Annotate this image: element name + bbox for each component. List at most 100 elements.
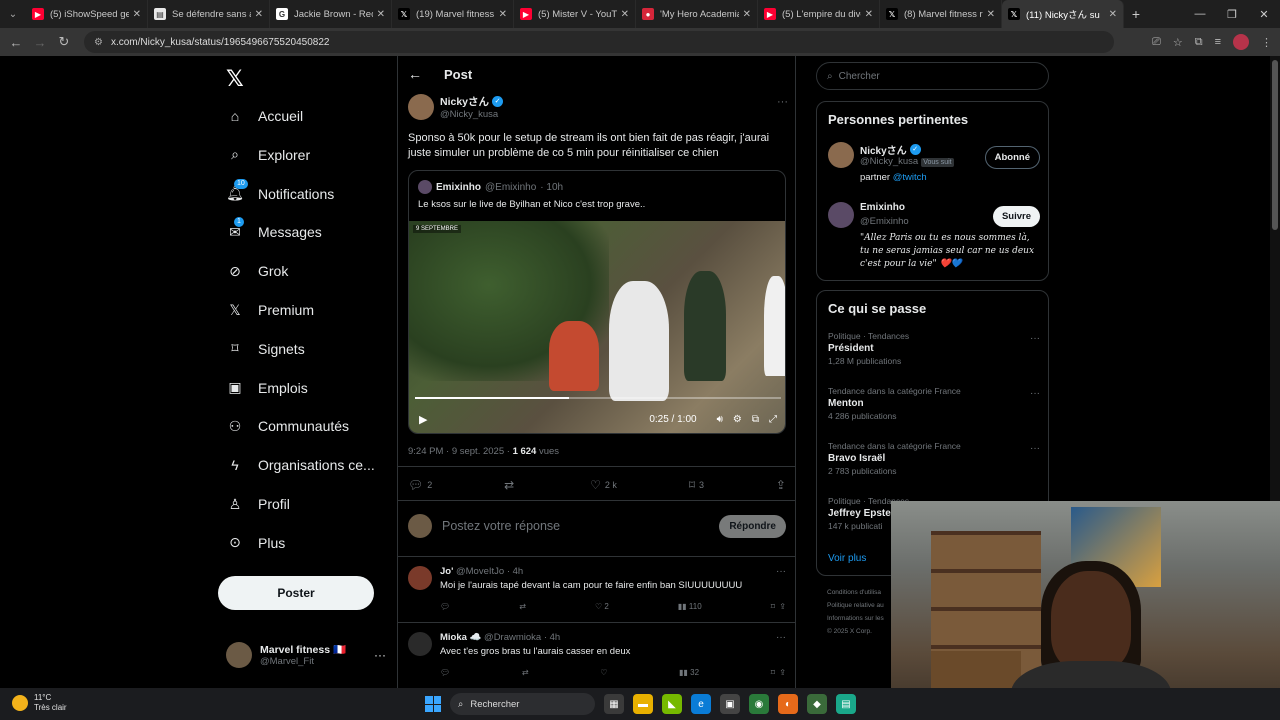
x-logo-icon[interactable]: 𝕏 [226,66,244,92]
like-action[interactable]: ♡ 2 [595,602,609,611]
tab-close-icon[interactable]: ✕ [621,9,629,20]
tab-close-icon[interactable]: ✕ [255,9,263,20]
reply-tweet[interactable]: Mioka ☁️ @Drawmioka · 4h Avec t'es gros … [408,632,786,688]
close-window-icon[interactable]: ✕ [1248,0,1280,28]
more-options-icon[interactable]: ··· [1030,388,1040,399]
site-info-icon[interactable]: ⚙ [94,37,103,48]
nav-item-signets[interactable]: ⌑ Signets [226,337,304,361]
weather-widget[interactable]: 11°C Très clair [12,693,67,713]
install-app-icon[interactable]: ⎚ [1152,36,1161,49]
taskbar-search[interactable]: ⌕ Rechercher [450,693,595,715]
repost-action[interactable]: ⇄ [504,478,518,492]
tweet-timestamp[interactable]: 9:24 PM · 9 sept. 2025 · [408,446,513,457]
nav-item-messages[interactable]: ✉ 1 Messages [226,217,322,244]
settings-icon[interactable]: ⚙ [733,414,742,425]
share-action[interactable]: ⇪ [776,478,786,492]
reply-author[interactable]: Jo' [440,566,453,577]
browser-tab[interactable]: 𝕏 (8) Marvel fitness r ✕ [880,0,1002,28]
views-action[interactable]: ▮▮ 110 [678,602,702,611]
reply-author[interactable]: Mioka ☁️ [440,632,481,643]
more-options-icon[interactable]: ··· [776,566,786,577]
bookmark-action[interactable]: ⌑ 3 [689,478,704,492]
play-icon[interactable]: ▶ [419,413,427,426]
star-icon[interactable]: ☆ [1173,36,1183,49]
chrome-icon[interactable]: ◉ [749,694,769,714]
reload-icon[interactable]: ↻ [52,34,76,50]
bookmark-share-icons[interactable]: ⌑ ⇪ [771,668,786,677]
browser-tab[interactable]: ● 'My Hero Academia' ✕ [636,0,758,28]
footer-link[interactable]: © 2025 X Corp. [827,625,884,638]
url-field[interactable]: ⚙ x.com/Nicky_kusa/status/19654966755204… [84,31,1114,53]
nav-item-emplois[interactable]: ▣ Emplois [226,376,307,400]
search-field[interactable]: ⌕ Chercher [816,62,1049,90]
nav-item-premium[interactable]: 𝕏 Premium [226,298,314,322]
tab-close-icon[interactable]: ✕ [865,9,873,20]
author-name[interactable]: Nickyさん [440,94,489,109]
nav-item-plus[interactable]: ⊙ Plus [226,531,285,555]
avatar[interactable] [408,632,432,656]
forward-icon[interactable]: → [28,35,52,50]
author-avatar[interactable] [408,94,434,120]
quoted-tweet[interactable]: Emixinho @Emixinho · 10h Le ksos sur le … [408,170,786,434]
bio-link[interactable]: @twitch [893,172,927,183]
show-more-link[interactable]: Voir plus [828,553,866,564]
reply-button[interactable]: Répondre [719,514,786,538]
like-action[interactable]: ♡ 2 k [590,478,617,492]
profile-avatar[interactable] [1233,34,1249,50]
tab-close-icon[interactable]: ✕ [377,9,385,20]
pip-icon[interactable]: ⧉ [752,414,759,425]
tab-close-icon[interactable]: ✕ [133,9,141,20]
views-action[interactable]: ▮▮ 32 [679,668,699,677]
repost-icon[interactable]: ⇄ [519,602,526,611]
following-button[interactable]: Abonné [984,146,1040,169]
footer-link[interactable]: Politique relative au [827,599,884,612]
browser-tab[interactable]: ▶ (5) iShowSpeed gets ✕ [26,0,148,28]
avatar[interactable] [408,566,432,590]
post-button[interactable]: Poster [218,576,374,610]
reply-input[interactable]: Postez votre réponse [442,519,560,533]
nav-item-communautés[interactable]: ⚇ Communautés [226,414,349,438]
volume-icon[interactable]: 🔊︎ [717,414,723,425]
more-dots-icon[interactable]: ··· [374,648,386,662]
person-row[interactable]: Emixinho @Emixinho Suivre "Allez Paris o… [828,202,1040,272]
trend-item[interactable]: Politique · Tendances Président 1,28 M pub… [828,331,1040,366]
author-handle[interactable]: @Nicky_kusa [440,109,503,120]
follow-button[interactable]: Suivre [992,206,1040,227]
more-options-icon[interactable]: ··· [1030,333,1040,344]
trend-item[interactable]: Tendance dans la catégorie France Menton 4… [828,386,1040,421]
trend-item[interactable]: Tendance dans la catégorie France Bravo I… [828,441,1040,476]
repost-icon[interactable]: ⇄ [522,668,529,677]
person-row[interactable]: Nickyさん ✓ @Nicky_kusa Vous suit Abonné par… [828,142,1040,192]
task-view-icon[interactable]: ▦ [604,694,624,714]
account-switcher[interactable]: Marvel fitness 🇫🇷 @Marvel_Fit ··· [226,642,386,668]
nav-item-organisations-ce[interactable]: ϟ Organisations ce... [226,453,374,477]
nvidia-icon[interactable]: ◣ [662,694,682,714]
browser-tab[interactable]: G Jackie Brown - Reche ✕ [270,0,392,28]
tab-close-icon[interactable]: ✕ [1109,9,1117,20]
reply-icon[interactable]: 💬︎ [440,668,450,677]
nav-item-notifications[interactable]: 🔔︎ 10 Notifications [226,178,334,206]
minimize-icon[interactable]: — [1184,0,1216,28]
store-icon[interactable]: ▣ [720,694,740,714]
back-icon[interactable]: ← [4,35,28,50]
nav-item-accueil[interactable]: ⌂ Accueil [226,104,303,128]
firefox-icon[interactable]: ◐ [778,694,798,714]
windows-start-icon[interactable] [425,696,441,712]
scrollbar-thumb[interactable] [1272,60,1278,230]
more-options-icon[interactable]: ··· [776,632,786,643]
reply-action[interactable]: 💬︎ 2 [408,478,432,492]
browser-tab[interactable]: ▤ Se défendre sans avo ✕ [148,0,270,28]
browser-tab[interactable]: ▶ (5) L'empire du diver ✕ [758,0,880,28]
bookmark-share-icons[interactable]: ⌑ ⇪ [771,602,786,611]
maximize-icon[interactable]: ❐ [1216,0,1248,28]
tab-close-icon[interactable]: ✕ [987,9,995,20]
reply-icon[interactable]: 💬︎ [440,602,450,611]
nav-item-explorer[interactable]: ⌕ Explorer [226,143,310,167]
back-arrow-icon[interactable]: ← [408,66,422,82]
nav-item-profil[interactable]: ♙ Profil [226,492,290,516]
like-action[interactable]: ♡ [600,668,607,677]
app-icon[interactable]: ▤ [836,694,856,714]
menu-icon[interactable]: ⋮ [1261,36,1272,49]
extensions-icon[interactable]: ⧉ [1195,36,1203,49]
browser-tab[interactable]: ▶ (5) Mister V - YouTu ✕ [514,0,636,28]
